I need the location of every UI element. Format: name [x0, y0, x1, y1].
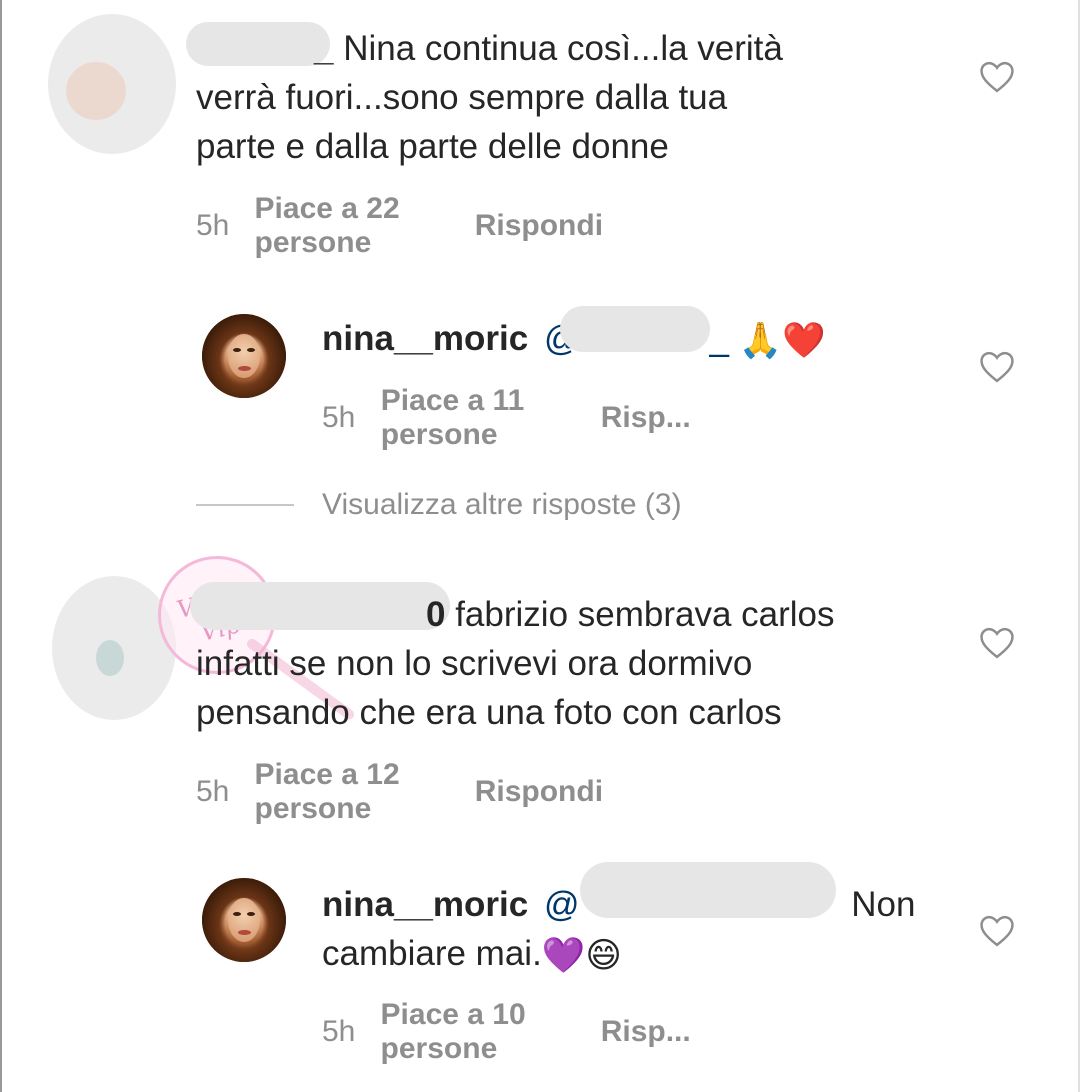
- comment-line: cambiare mai.: [322, 934, 542, 973]
- mention-tail: _: [709, 319, 729, 358]
- username-fragment: _: [314, 29, 334, 68]
- reply-button[interactable]: Rispondi: [475, 209, 603, 243]
- reply-button[interactable]: Rispondi: [475, 775, 603, 809]
- timestamp: 5h: [322, 1015, 356, 1048]
- comment-text: _ Nina continua così...la verità verrà f…: [196, 24, 956, 171]
- likes-count-link[interactable]: Piace a 22 persone: [255, 192, 413, 260]
- heart-outline-icon[interactable]: [978, 626, 1016, 660]
- comment-line: Nina continua così...la verità: [343, 29, 783, 68]
- comment-line: verrà fuori...sono sempre dalla tua: [196, 78, 728, 117]
- view-more-label[interactable]: Visualizza altre risposte (3): [322, 488, 682, 522]
- comment-meta: 5h Piace a 22 persone Rispondi: [196, 192, 603, 260]
- likes-count-link[interactable]: Piace a 10 persone: [381, 998, 539, 1066]
- avatar[interactable]: [202, 878, 286, 962]
- comment-line: Non: [851, 885, 916, 924]
- divider-line: [196, 504, 294, 506]
- likes-count-link[interactable]: Piace a 12 persone: [255, 758, 413, 826]
- heart-outline-icon[interactable]: [978, 60, 1016, 94]
- username-link[interactable]: nina__moric: [322, 319, 528, 358]
- username-link[interactable]: nina__moric: [322, 885, 528, 924]
- heart-outline-icon[interactable]: [978, 914, 1016, 948]
- heart-outline-icon[interactable]: [978, 350, 1016, 384]
- comment-text: 0 fabrizio sembrava carlos infatti se no…: [196, 590, 956, 737]
- comment-line: parte e dalla parte delle donne: [196, 127, 669, 166]
- view-more-replies[interactable]: Visualizza altre risposte (3): [196, 488, 682, 522]
- comment-line: fabrizio sembrava carlos: [455, 595, 835, 634]
- timestamp: 5h: [196, 209, 230, 242]
- username-fragment: 0: [426, 595, 446, 634]
- reply-button[interactable]: Risp...: [601, 1015, 691, 1049]
- emoji-purple-heart-smile: 💜😄: [541, 936, 622, 976]
- comment-meta: 5h Piace a 12 persone Rispondi: [196, 758, 603, 826]
- mention-link[interactable]: @: [544, 885, 580, 924]
- emoji-pray-heart: 🙏❤️: [738, 321, 826, 361]
- comment-line: pensando che era una foto con carlos: [196, 693, 782, 732]
- timestamp: 5h: [322, 401, 356, 434]
- redacted-mention: [580, 862, 836, 918]
- reply-button[interactable]: Risp...: [601, 401, 691, 435]
- reply-meta: 5h Piace a 11 persone Risp...: [322, 384, 691, 452]
- redacted-avatar-overlay: [60, 586, 168, 710]
- timestamp: 5h: [196, 775, 230, 808]
- screenshot-left-edge: [0, 0, 2, 1092]
- comment-line: infatti se non lo scrivevi ora dormivo: [196, 644, 753, 683]
- redacted-mention: [560, 306, 710, 352]
- redacted-avatar-overlay: [56, 24, 166, 142]
- avatar[interactable]: [202, 314, 286, 398]
- reply-meta: 5h Piace a 10 persone Risp...: [322, 998, 691, 1066]
- likes-count-link[interactable]: Piace a 11 persone: [381, 384, 539, 452]
